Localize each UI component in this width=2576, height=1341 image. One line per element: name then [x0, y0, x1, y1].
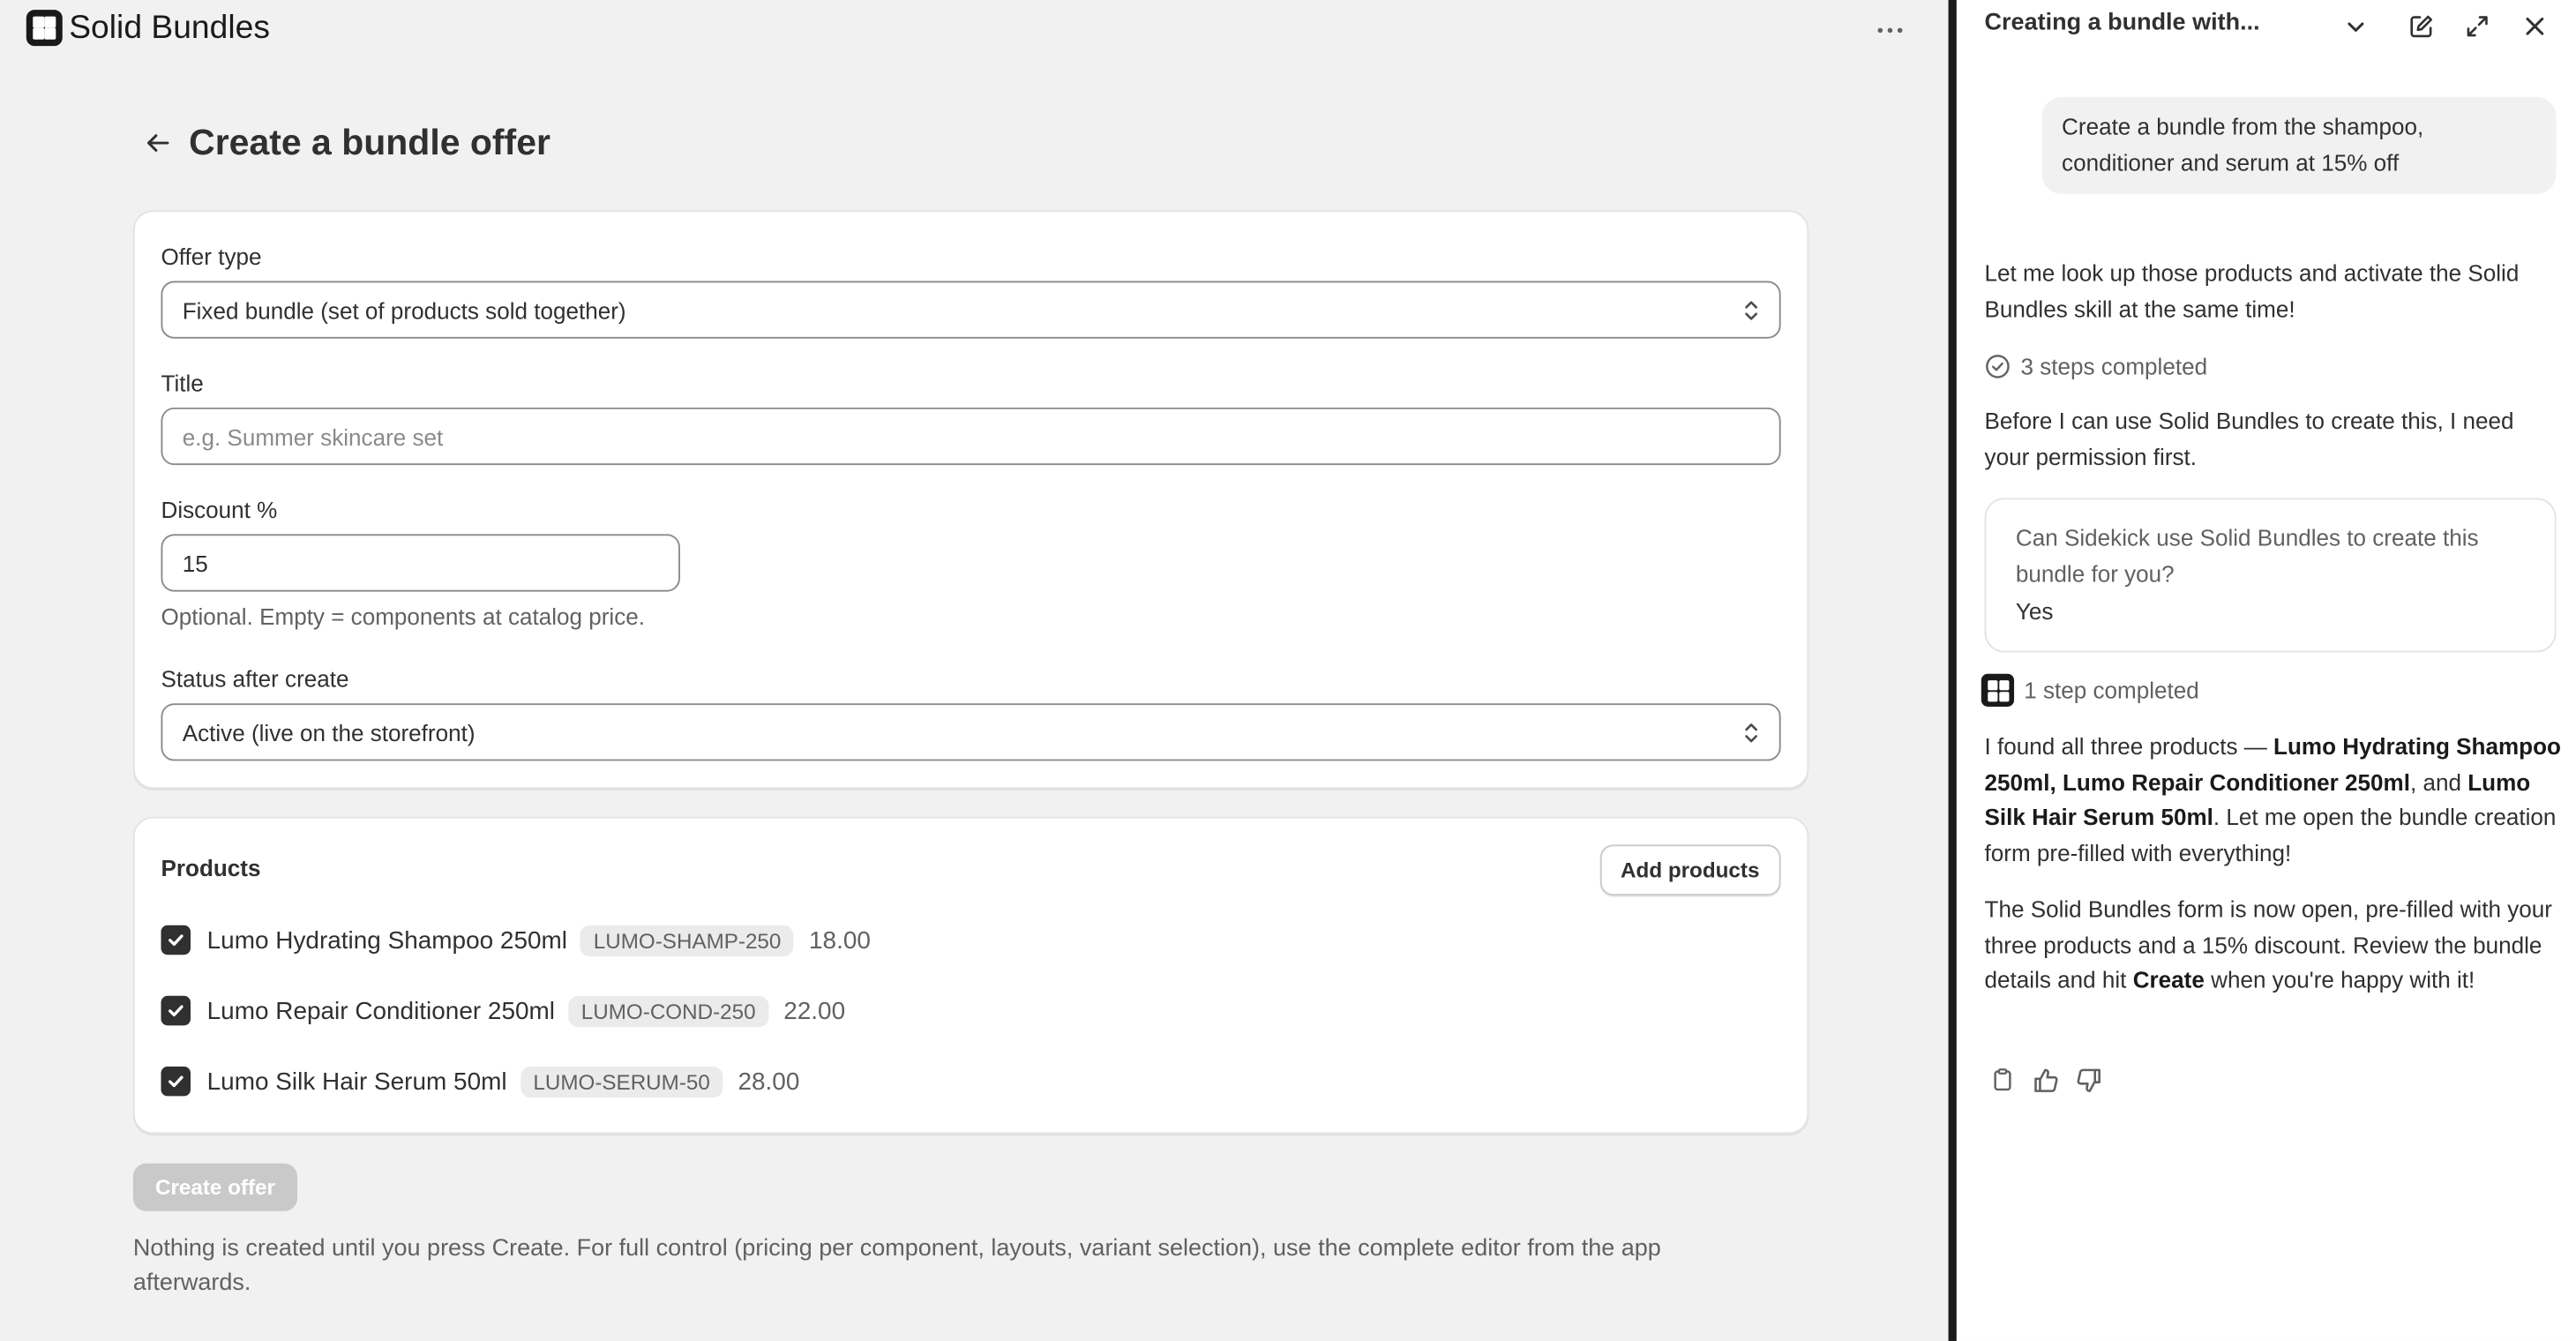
steps-completed-text: 3 steps completed: [2020, 353, 2208, 380]
steps-completed-toggle[interactable]: 1 step completed: [1981, 673, 2199, 707]
product-checkbox[interactable]: [161, 925, 191, 955]
product-price: 22.00: [783, 996, 846, 1025]
steps-completed-toggle[interactable]: 3 steps completed: [1985, 350, 2208, 383]
thumbs-up-button[interactable]: [2031, 1065, 2061, 1095]
user-message: Create a bundle from the shampoo, condit…: [2041, 96, 2557, 194]
offer-type-select[interactable]: Fixed bundle (set of products sold toget…: [161, 281, 1781, 339]
discount-value: 15: [182, 550, 208, 576]
create-offer-button[interactable]: Create offer: [132, 1163, 298, 1211]
product-name: Lumo Hydrating Shampoo 250ml: [206, 925, 568, 955]
expand-button[interactable]: [2461, 10, 2494, 42]
product-row: Lumo Silk Hair Serum 50ml LUMO-SERUM-50 …: [161, 1061, 799, 1101]
back-button[interactable]: [135, 120, 181, 166]
close-button[interactable]: [2519, 10, 2551, 42]
checkmark-icon: [168, 934, 183, 946]
product-checkbox[interactable]: [161, 1066, 191, 1097]
select-chevron-icon: [1745, 301, 1757, 320]
product-price: 18.00: [809, 925, 871, 955]
checkmark-icon: [168, 1075, 183, 1088]
product-name: Lumo Repair Conditioner 250ml: [206, 996, 556, 1025]
app-name: Solid Bundles: [69, 10, 270, 47]
solid-bundles-app-icon: [1981, 673, 2015, 707]
steps-completed-text: 1 step completed: [2024, 677, 2199, 704]
close-icon: [2526, 17, 2544, 35]
solid-bundles-logo-icon: [26, 10, 63, 47]
app-area: Solid Bundles Create a bundle offer Offe…: [0, 0, 1949, 1341]
discount-input[interactable]: 15: [161, 534, 680, 592]
title-label: Title: [161, 370, 204, 396]
thumbs-down-icon: [2076, 1068, 2100, 1091]
conversation-dropdown-button[interactable]: [2340, 10, 2372, 42]
discount-label: Discount %: [161, 496, 278, 523]
message-text: when you're happy with it!: [2204, 966, 2475, 993]
top-bar: Solid Bundles: [0, 0, 1949, 59]
product-sku-badge: LUMO-SHAMP-250: [580, 924, 795, 956]
assistant-message: The Solid Bundles form is now open, pre-…: [1985, 892, 2563, 998]
clipboard-icon: [1994, 1068, 2011, 1091]
product-row: Lumo Hydrating Shampoo 250ml LUMO-SHAMP-…: [161, 920, 871, 960]
offer-type-value: Fixed bundle (set of products sold toget…: [182, 296, 626, 324]
product-price: 28.00: [738, 1067, 800, 1096]
panel-divider[interactable]: [1948, 0, 1957, 1341]
product-sku-badge: LUMO-SERUM-50: [520, 1065, 723, 1098]
assistant-message: Before I can use Solid Bundles to create…: [1984, 407, 2514, 469]
footer-note: Nothing is created until you press Creat…: [132, 1235, 1661, 1297]
permission-answer: Yes: [2015, 598, 2054, 625]
sidekick-panel: Creating a bundle with... Create a bundl…: [1956, 0, 2576, 1341]
message-text: I found all three products —: [1984, 732, 2274, 760]
add-products-button[interactable]: Add products: [1599, 844, 1781, 896]
compose-icon: [2410, 15, 2432, 38]
check-circle-icon: [1985, 353, 2011, 379]
assistant-message: I found all three products — Lumo Hydrat…: [1985, 730, 2563, 871]
product-mention: Lumo Repair Conditioner 250ml: [2062, 768, 2410, 795]
arrow-left-icon: [147, 134, 169, 152]
product-name: Lumo Silk Hair Serum 50ml: [206, 1067, 507, 1096]
page-header: Create a bundle offer: [135, 115, 550, 170]
expand-icon: [2467, 16, 2488, 37]
more-horizontal-icon: [1876, 26, 1883, 33]
message-separator: ,: [2049, 768, 2063, 795]
sidekick-header: Creating a bundle with...: [1957, 0, 2576, 53]
select-chevron-icon: [1745, 723, 1757, 743]
products-heading: Products: [161, 854, 261, 881]
discount-help-text: Optional. Empty = components at catalog …: [161, 603, 646, 630]
page-title: Create a bundle offer: [189, 121, 550, 163]
assistant-message: Let me look up those products and activa…: [1984, 259, 2520, 322]
status-label: Status after create: [161, 665, 349, 693]
message-separator: , and: [2409, 768, 2468, 795]
products-card: Products Add products Lumo Hydrating Sha…: [132, 816, 1809, 1135]
conversation-title: Creating a bundle with...: [1984, 10, 2260, 36]
offer-form-card: Offer type Fixed bundle (set of products…: [132, 210, 1809, 790]
more-actions-button[interactable]: [1866, 10, 1912, 49]
permission-question: Can Sidekick use Solid Bundles to create…: [2015, 524, 2479, 587]
status-select[interactable]: Active (live on the storefront): [161, 703, 1781, 761]
create-mention: Create: [2132, 966, 2205, 993]
offer-type-label: Offer type: [161, 243, 262, 270]
status-value: Active (live on the storefront): [182, 718, 476, 745]
feedback-actions: [1988, 1065, 2102, 1095]
copy-button[interactable]: [1988, 1065, 2018, 1095]
product-row: Lumo Repair Conditioner 250ml LUMO-COND-…: [161, 991, 845, 1030]
thumbs-down-button[interactable]: [2073, 1065, 2103, 1095]
product-checkbox[interactable]: [161, 995, 191, 1026]
new-chat-button[interactable]: [2405, 10, 2437, 42]
title-input[interactable]: e.g. Summer skincare set: [161, 407, 1781, 466]
product-sku-badge: LUMO-COND-250: [567, 994, 769, 1027]
title-placeholder: e.g. Summer skincare set: [182, 423, 444, 450]
checkmark-icon: [168, 1005, 183, 1017]
permission-card: Can Sidekick use Solid Bundles to create…: [1984, 498, 2557, 653]
chevron-down-icon: [2348, 22, 2364, 32]
thumbs-up-icon: [2033, 1068, 2057, 1091]
